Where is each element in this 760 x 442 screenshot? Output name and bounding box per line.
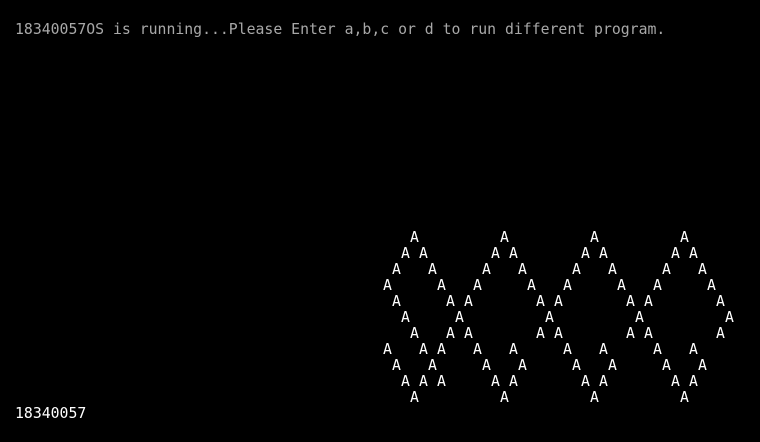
pattern-char: A [725,309,734,326]
pattern-char: A [500,389,509,406]
pattern-char: A [689,341,698,358]
pattern-char: A [635,309,644,326]
student-id-label: 18340057 [15,405,87,422]
pattern-char: A [428,357,437,374]
pattern-char: A [590,389,599,406]
pattern-char: A [437,373,446,390]
pattern-char: A [509,245,518,262]
pattern-char: A [644,293,653,310]
pattern-char: A [536,325,545,342]
pattern-char: A [554,293,563,310]
pattern-char: A [392,357,401,374]
pattern-char: A [680,389,689,406]
pattern-char: A [410,389,419,406]
pattern-char: A [446,293,455,310]
pattern-char: A [392,261,401,278]
pattern-char: A [491,245,500,262]
pattern-char: A [554,325,563,342]
pattern-char: A [599,245,608,262]
pattern-char: A [509,341,518,358]
pattern-char: A [455,309,464,326]
pattern-char: A [617,277,626,294]
pattern-char: A [473,277,482,294]
pattern-char: A [401,373,410,390]
pattern-char: A [482,357,491,374]
pattern-char: A [383,341,392,358]
pattern-char: A [419,341,428,358]
pattern-char: A [671,373,680,390]
pattern-char: A [410,325,419,342]
pattern-char: A [437,277,446,294]
pattern-char: A [491,373,500,390]
pattern-char: A [464,293,473,310]
pattern-char: A [671,245,680,262]
pattern-char: A [536,293,545,310]
pattern-char: A [473,341,482,358]
pattern-char: A [410,229,419,246]
pattern-char: A [419,373,428,390]
pattern-char: A [707,277,716,294]
pattern-char: A [392,293,401,310]
pattern-char: A [437,341,446,358]
pattern-char: A [662,261,671,278]
pattern-char: A [518,357,527,374]
pattern-char: A [590,229,599,246]
pattern-char: A [680,229,689,246]
pattern-char: A [563,341,572,358]
pattern-char: A [599,341,608,358]
pattern-char: A [599,373,608,390]
pattern-char: A [698,261,707,278]
pattern-char: A [572,261,581,278]
pattern-char: A [581,245,590,262]
pattern-char: A [527,277,536,294]
pattern-char: A [500,229,509,246]
pattern-char: A [716,325,725,342]
pattern-char: A [563,277,572,294]
pattern-char: A [662,357,671,374]
pattern-char: A [419,245,428,262]
pattern-char: A [545,309,554,326]
pattern-char: A [518,261,527,278]
pattern-char: A [383,277,392,294]
pattern-char: A [716,293,725,310]
pattern-char: A [482,261,491,278]
pattern-char: A [428,261,437,278]
pattern-char: A [608,261,617,278]
pattern-char: A [698,357,707,374]
pattern-char: A [401,245,410,262]
pattern-char: A [401,309,410,326]
pattern-char: A [653,277,662,294]
pattern-char: A [464,325,473,342]
pattern-char: A [689,245,698,262]
bouncing-character-pattern: AAAAAAAAAAAAAAAAAAAAAAAAAAAAAAAAAAAAAAAA… [0,0,760,442]
pattern-char: A [509,373,518,390]
pattern-char: A [626,293,635,310]
pattern-char: A [653,341,662,358]
pattern-char: A [572,357,581,374]
pattern-char: A [644,325,653,342]
pattern-char: A [626,325,635,342]
pattern-char: A [581,373,590,390]
pattern-char: A [446,325,455,342]
pattern-char: A [608,357,617,374]
pattern-char: A [689,373,698,390]
console-screen: 18340057OS is running...Please Enter a,b… [0,0,760,442]
